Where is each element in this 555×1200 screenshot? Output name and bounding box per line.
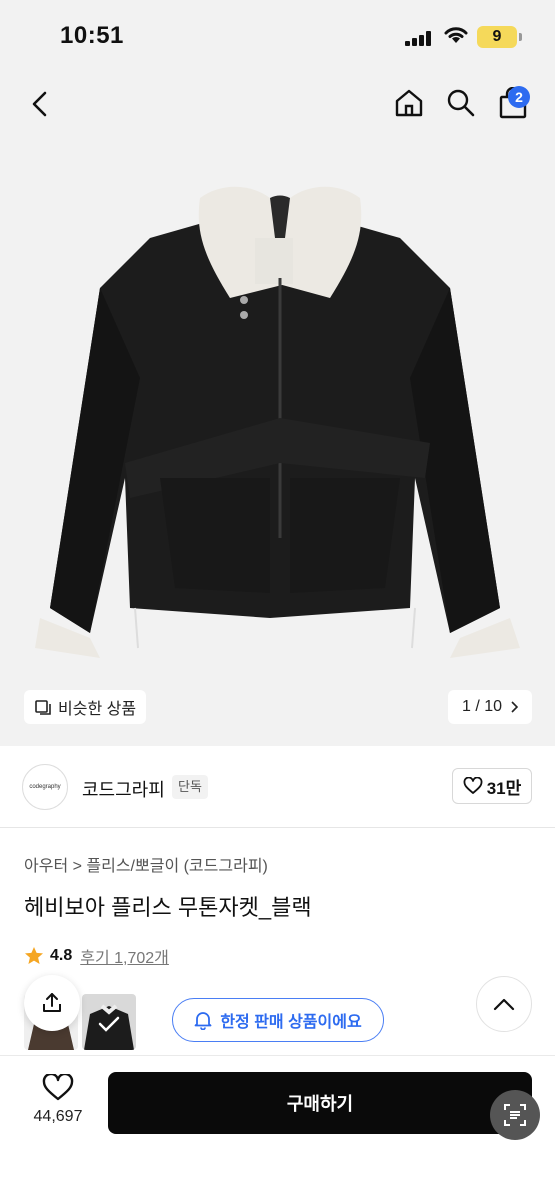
thumbnail-jacket-black	[84, 1004, 134, 1050]
wishlist-heart-icon[interactable]	[42, 1074, 74, 1102]
star-icon	[25, 947, 43, 964]
brand-logo[interactable]: codegraphy	[22, 764, 68, 810]
heart-icon	[463, 777, 483, 794]
battery-icon: 9	[477, 26, 517, 48]
buy-button-label: 구매하기	[286, 1094, 354, 1114]
signal-icon	[405, 30, 435, 46]
status-bar: 10:51 9	[0, 0, 555, 74]
bell-icon	[194, 1012, 212, 1030]
breadcrumb[interactable]: 아우터 > 플리스/뽀글이 (코드그라피)	[24, 852, 268, 876]
battery-nub	[519, 33, 522, 41]
brand-row: codegraphy 코드그라피 단독 31만	[0, 746, 555, 828]
chevron-up-icon	[493, 998, 515, 1011]
exclusive-badge: 단독	[172, 775, 208, 799]
scan-floating-button[interactable]	[490, 1090, 540, 1140]
brand-like-count: 31만	[486, 778, 522, 798]
limited-sale-label: 한정 판매 상품이에요	[220, 1014, 362, 1031]
chevron-left-icon	[32, 91, 47, 117]
limited-sale-chip[interactable]: 한정 판매 상품이에요	[172, 998, 384, 1042]
review-count-link[interactable]: 후기 1,702개	[80, 944, 169, 968]
home-icon	[395, 89, 423, 117]
wishlist-count: 44,697	[33, 1108, 83, 1125]
search-icon	[447, 89, 475, 117]
share-button[interactable]	[24, 975, 80, 1031]
gallery-pager-text: 1 / 10	[461, 698, 503, 715]
similar-products-label: 비슷한 상품	[58, 701, 137, 718]
brand-like-button[interactable]: 31만	[452, 768, 532, 804]
brand-name[interactable]: 코드그라피	[82, 776, 165, 802]
chevron-right-icon	[511, 701, 519, 713]
home-button[interactable]	[390, 84, 428, 122]
color-option-black[interactable]	[82, 994, 136, 1050]
similar-products-icon	[35, 700, 51, 715]
rating-value: 4.8	[50, 947, 73, 964]
buy-button[interactable]: 구매하기	[108, 1072, 532, 1134]
similar-products-button[interactable]: 비슷한 상품	[24, 690, 147, 724]
status-time: 10:51	[60, 22, 124, 49]
product-image-jacket[interactable]	[30, 178, 530, 658]
scan-text-icon	[504, 1104, 526, 1126]
cart-count-badge: 2	[508, 86, 530, 108]
product-title: 헤비보아 플리스 무톤자켓_블랙	[24, 895, 312, 920]
back-button[interactable]	[22, 86, 58, 122]
rating-row: 4.8 후기 1,702개	[24, 944, 169, 968]
search-button[interactable]	[442, 84, 480, 122]
scroll-top-button[interactable]	[476, 976, 532, 1032]
brand-logo-text: codegraphy	[29, 784, 61, 790]
wifi-icon	[444, 27, 468, 43]
share-icon	[43, 993, 61, 1012]
gallery-pager[interactable]: 1 / 10	[448, 690, 532, 724]
